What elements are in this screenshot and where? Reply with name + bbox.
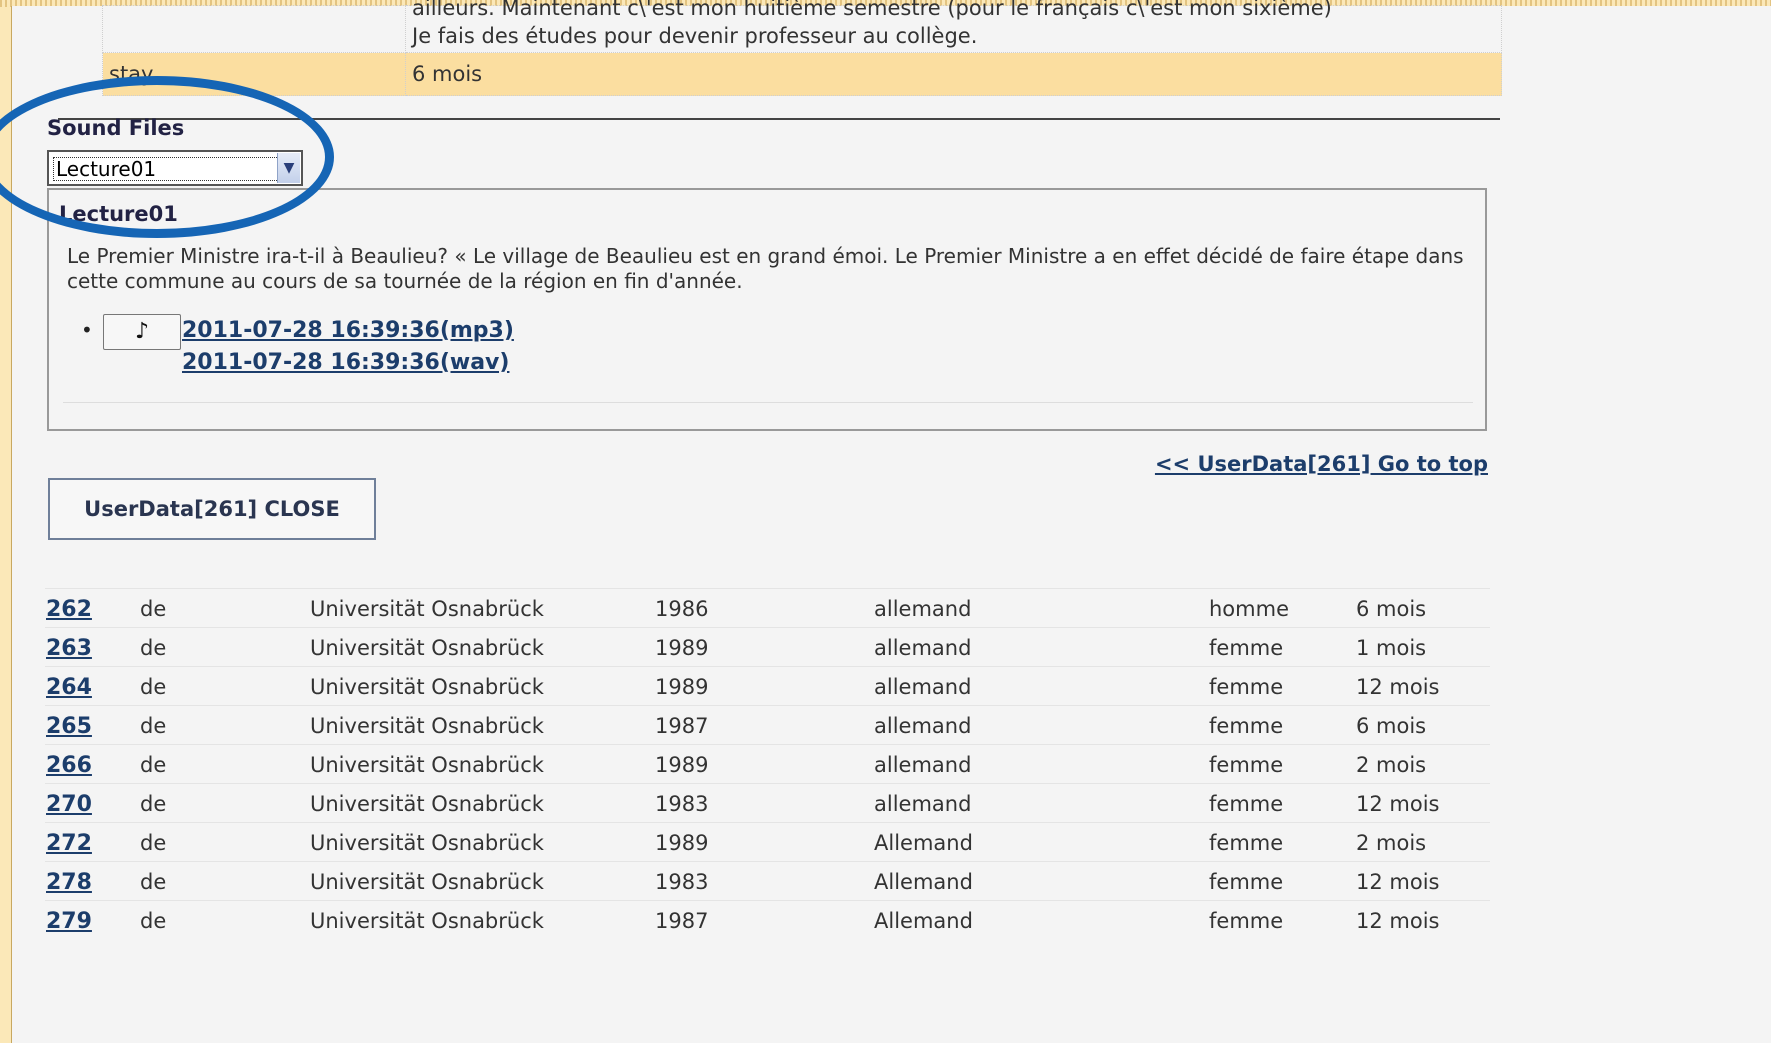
panel-divider — [63, 402, 1473, 403]
music-note-icon: ♪ — [134, 319, 150, 344]
user-university: Universität Osnabrück — [310, 597, 544, 621]
user-id-link[interactable]: 279 — [46, 909, 92, 934]
user-lang: de — [140, 597, 167, 621]
user-lang: de — [140, 909, 167, 933]
user-sex: femme — [1209, 636, 1284, 660]
user-id-link[interactable]: 270 — [46, 792, 92, 817]
user-nationality: allemand — [874, 714, 972, 738]
user-year: 1989 — [655, 753, 709, 777]
user-year: 1986 — [655, 597, 709, 621]
user-stay: 2 mois — [1356, 831, 1427, 855]
user-id-link[interactable]: 262 — [46, 597, 92, 622]
sound-file-text: Le Premier Ministre ira-t-il à Beaulieu?… — [67, 244, 1464, 293]
user-sex: femme — [1209, 714, 1284, 738]
table-row: 262 de Universität Osnabrück 1986 allema… — [45, 588, 1490, 627]
user-lang: de — [140, 870, 167, 894]
user-nationality: Allemand — [874, 870, 973, 894]
user-year: 1987 — [655, 909, 709, 933]
user-university: Universität Osnabrück — [310, 714, 544, 738]
user-id-link[interactable]: 264 — [46, 675, 92, 700]
profile-table: ailleurs. Maintenant c\'est mon huitième… — [102, 0, 1502, 96]
go-to-top-link[interactable]: << UserData[261] Go to top — [1155, 452, 1488, 476]
user-sex: femme — [1209, 792, 1284, 816]
user-nationality: allemand — [874, 792, 972, 816]
user-university: Universität Osnabrück — [310, 870, 544, 894]
table-row: 263 de Universität Osnabrück 1989 allema… — [45, 627, 1490, 666]
user-sex: homme — [1209, 597, 1289, 621]
table-row: 272 de Universität Osnabrück 1989 Allema… — [45, 822, 1490, 861]
stay-value: 6 mois — [405, 52, 1502, 96]
close-userdata-button[interactable]: UserData[261] CLOSE — [48, 478, 376, 540]
user-university: Universität Osnabrück — [310, 636, 544, 660]
user-id-link[interactable]: 265 — [46, 714, 92, 739]
table-row: 270 de Universität Osnabrück 1983 allema… — [45, 783, 1490, 822]
user-sex: femme — [1209, 675, 1284, 699]
user-id-link[interactable]: 278 — [46, 870, 92, 895]
description-line-1: ailleurs. Maintenant c\'est mon huitième… — [412, 0, 1332, 20]
user-university: Universität Osnabrück — [310, 753, 544, 777]
table-row: 264 de Universität Osnabrück 1989 allema… — [45, 666, 1490, 705]
profile-stay-row: stay 6 mois — [102, 52, 1502, 96]
user-year: 1989 — [655, 636, 709, 660]
user-stay: 12 mois — [1356, 909, 1440, 933]
user-list: 262 de Universität Osnabrück 1986 allema… — [45, 588, 1490, 939]
user-sex: femme — [1209, 753, 1284, 777]
sound-file-panel: Lecture01 Le Premier Ministre ira-t-il à… — [47, 188, 1487, 431]
user-lang: de — [140, 792, 167, 816]
profile-description-key — [102, 5, 406, 53]
user-stay: 12 mois — [1356, 675, 1440, 699]
user-id-link[interactable]: 272 — [46, 831, 92, 856]
user-stay: 1 mois — [1356, 636, 1427, 660]
mp3-download-link[interactable]: 2011-07-28 16:39:36(mp3) — [182, 318, 514, 343]
list-bullet: • — [81, 318, 93, 342]
user-lang: de — [140, 831, 167, 855]
user-stay: 6 mois — [1356, 597, 1427, 621]
user-year: 1989 — [655, 831, 709, 855]
user-university: Universität Osnabrück — [310, 831, 544, 855]
user-university: Universität Osnabrück — [310, 792, 544, 816]
user-university: Universität Osnabrück — [310, 675, 544, 699]
user-nationality: Allemand — [874, 909, 973, 933]
user-nationality: allemand — [874, 753, 972, 777]
user-nationality: Allemand — [874, 831, 973, 855]
user-lang: de — [140, 753, 167, 777]
user-stay: 12 mois — [1356, 870, 1440, 894]
wav-download-link[interactable]: 2011-07-28 16:39:36(wav) — [182, 350, 509, 375]
user-lang: de — [140, 636, 167, 660]
table-row: 279 de Universität Osnabrück 1987 Allema… — [45, 900, 1490, 939]
user-id-link[interactable]: 263 — [46, 636, 92, 661]
table-row: 265 de Universität Osnabrück 1987 allema… — [45, 705, 1490, 744]
user-year: 1983 — [655, 792, 709, 816]
user-nationality: allemand — [874, 597, 972, 621]
table-row: 278 de Universität Osnabrück 1983 Allema… — [45, 861, 1490, 900]
user-year: 1983 — [655, 870, 709, 894]
user-sex: femme — [1209, 870, 1284, 894]
user-lang: de — [140, 714, 167, 738]
profile-description-row: ailleurs. Maintenant c\'est mon huitième… — [102, 0, 1502, 53]
play-button[interactable]: ♪ — [103, 314, 181, 350]
user-nationality: allemand — [874, 675, 972, 699]
user-lang: de — [140, 675, 167, 699]
user-stay: 2 mois — [1356, 753, 1427, 777]
user-university: Universität Osnabrück — [310, 909, 544, 933]
user-id-link[interactable]: 266 — [46, 753, 92, 778]
user-stay: 12 mois — [1356, 792, 1440, 816]
user-stay: 6 mois — [1356, 714, 1427, 738]
user-year: 1987 — [655, 714, 709, 738]
user-nationality: allemand — [874, 636, 972, 660]
user-year: 1989 — [655, 675, 709, 699]
user-sex: femme — [1209, 909, 1284, 933]
description-line-2: Je fais des études pour devenir professe… — [412, 24, 978, 48]
profile-description-value: ailleurs. Maintenant c\'est mon huitième… — [405, 0, 1502, 53]
user-sex: femme — [1209, 831, 1284, 855]
table-row: 266 de Universität Osnabrück 1989 allema… — [45, 744, 1490, 783]
